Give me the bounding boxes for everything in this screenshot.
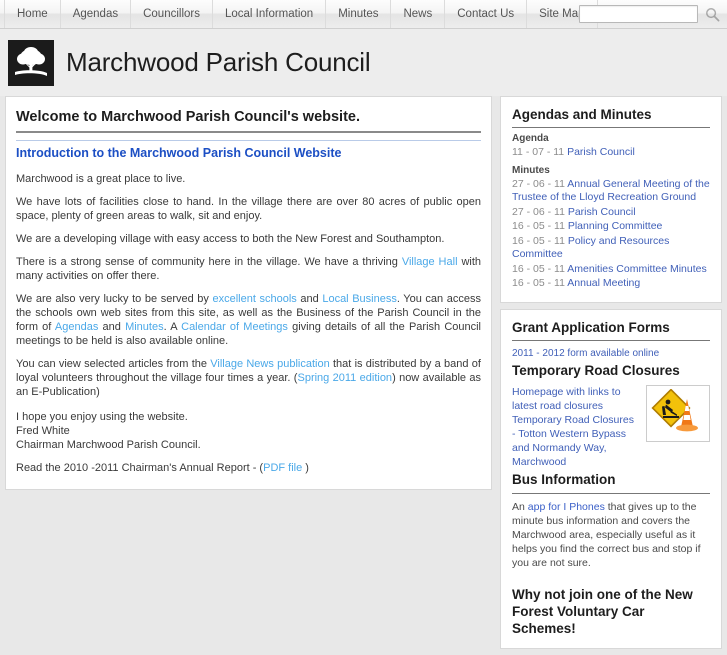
minutes-title-link[interactable]: Annual Meeting <box>567 277 640 289</box>
minutes-date: 16 - 05 - 11 <box>512 277 565 289</box>
nav-item-label: News <box>403 8 433 20</box>
list-item: 16 - 05 - 11 Policy and Resources Commit… <box>512 235 710 262</box>
page-body: Welcome to Marchwood Parish Council's we… <box>0 96 727 655</box>
tree-logo-icon[interactable] <box>8 39 54 86</box>
road-closure-link-list: Homepage with links to latest road closu… <box>512 385 640 469</box>
text-fragment: and <box>98 321 126 333</box>
text-fragment: We are also very lucky to be served by <box>16 293 213 305</box>
agendas-minutes-heading: Agendas and Minutes <box>512 107 710 128</box>
search-input[interactable] <box>579 5 698 23</box>
nav-item-label: Councillors <box>143 8 200 20</box>
text-fragment: ) <box>302 462 309 474</box>
excellent-schools-link[interactable]: excellent schools <box>213 293 297 305</box>
agenda-date: 11 - 07 - 11 <box>512 146 565 158</box>
text-fragment: An <box>512 500 528 513</box>
agendas-link[interactable]: Agendas <box>55 321 98 333</box>
signature-line-name: Fred White <box>16 425 70 437</box>
list-item: 27 - 06 - 11 Annual General Meeting of t… <box>512 178 710 205</box>
introduction-heading-link[interactable]: Introduction to the Marchwood Parish Cou… <box>16 140 481 163</box>
minutes-date: 16 - 05 - 11 <box>512 262 565 275</box>
paragraph-developing-village: We are a developing village with easy ac… <box>16 233 445 245</box>
bus-divider <box>512 492 710 494</box>
spring-2011-edition-link[interactable]: Spring 2011 edition <box>297 372 392 384</box>
minutes-date: 16 - 05 - 11 <box>512 220 565 232</box>
grant-form-link[interactable]: 2011 - 2012 form available online <box>512 348 659 359</box>
nav-item-label: Local Information <box>224 8 314 20</box>
calendar-of-meetings-link[interactable]: Calendar of Meetings <box>181 321 288 333</box>
nav-item-minutes[interactable]: Minutes <box>325 0 392 28</box>
nav-item-home[interactable]: Home <box>4 0 61 28</box>
totton-bypass-closure-link[interactable]: Temporary Road Closures - Totton Western… <box>512 413 640 469</box>
text-fragment: There is a strong sense of community her… <box>16 256 402 268</box>
list-item: 16 - 05 - 11 Annual Meeting <box>512 277 710 291</box>
agenda-subheading: Agenda <box>512 133 549 144</box>
nav-item-local-information[interactable]: Local Information <box>211 0 327 28</box>
main-content-panel: Welcome to Marchwood Parish Council's we… <box>5 96 492 490</box>
bus-information-heading: Bus Information <box>512 471 616 487</box>
local-business-link[interactable]: Local Business <box>322 293 397 305</box>
paragraph-schools-business: We are also very lucky to be served by e… <box>16 292 481 348</box>
paragraph-village-news: You can view selected articles from the … <box>16 357 481 399</box>
sidebar-column: Agendas and Minutes Agenda 11 - 07 - 11 … <box>500 96 722 655</box>
site-masthead: Marchwood Parish Council <box>0 29 727 96</box>
paragraph-community: There is a strong sense of community her… <box>16 255 481 283</box>
village-hall-link[interactable]: Village Hall <box>402 256 458 268</box>
list-item: 27 - 06 - 11 Parish Council <box>512 206 710 220</box>
minutes-title-link[interactable]: Amenities Committee Minutes <box>567 263 706 275</box>
search-area <box>579 0 721 28</box>
sidebar-secondary-panel: Grant Application Forms 2011 - 2012 form… <box>500 308 722 649</box>
minutes-subheading: Minutes <box>512 164 550 176</box>
top-navigation-bar: Home Agendas Councillors Local Informati… <box>0 0 727 29</box>
nav-item-contact-us[interactable]: Contact Us <box>444 0 528 28</box>
minutes-date: 16 - 05 - 11 <box>512 234 565 247</box>
nav-item-label: Contact Us <box>457 8 515 20</box>
temporary-road-closures-heading: Temporary Road Closures <box>512 362 680 378</box>
list-item: 16 - 05 - 11 Amenities Committee Minutes <box>512 263 710 277</box>
text-fragment: Read the 2010 -2011 Chairman's Annual Re… <box>16 462 264 474</box>
nav-item-label: Site Map <box>539 8 585 20</box>
nav-item-label: Home <box>17 8 48 20</box>
main-column: Welcome to Marchwood Parish Council's we… <box>5 96 492 496</box>
page-title: Marchwood Parish Council <box>66 47 371 77</box>
minutes-date: 27 - 06 - 11 <box>512 177 565 190</box>
search-icon[interactable] <box>703 5 721 23</box>
minutes-date: 27 - 06 - 11 <box>512 205 565 218</box>
paragraph-annual-report: Read the 2010 -2011 Chairman's Annual Re… <box>16 461 481 475</box>
signature-line-1: I hope you enjoy using the website. <box>16 411 188 423</box>
list-item: 11 - 07 - 11 Parish Council <box>512 146 710 160</box>
nav-item-news[interactable]: News <box>390 0 446 28</box>
pdf-file-link[interactable]: PDF file <box>263 462 302 474</box>
voluntary-car-scheme-heading: Why not join one of the New Forest Volun… <box>512 586 693 636</box>
signature-line-role: Chairman Marchwood Parish Council. <box>16 439 201 451</box>
nav-item-agendas[interactable]: Agendas <box>59 0 132 28</box>
village-news-publication-link[interactable]: Village News publication <box>210 358 329 370</box>
welcome-heading: Welcome to Marchwood Parish Council's we… <box>16 109 481 133</box>
nav-item-label: Agendas <box>72 8 119 20</box>
bus-information-text: An app for I Phones that gives up to the… <box>512 500 710 570</box>
road-closures-body: Homepage with links to latest road closu… <box>512 384 710 469</box>
nav-item-label: Minutes <box>338 8 379 20</box>
road-closures-homepage-link[interactable]: Homepage with links to latest road closu… <box>512 385 640 413</box>
chairman-signature-block: I hope you enjoy using the website. Fred… <box>16 410 481 452</box>
text-fragment: . A <box>163 321 182 333</box>
agenda-title-link[interactable]: Parish Council <box>567 146 635 158</box>
grant-form-row: 2011 - 2012 form available online <box>512 347 710 360</box>
text-fragment: and <box>296 293 323 305</box>
minutes-title-link[interactable]: Parish Council <box>568 206 636 218</box>
nav-item-councillors[interactable]: Councillors <box>130 0 213 28</box>
roadworks-sign-icon <box>646 384 710 442</box>
paragraph-intro: Marchwood is a great place to live. <box>16 173 186 185</box>
minutes-link[interactable]: Minutes <box>125 321 164 333</box>
agendas-and-minutes-panel: Agendas and Minutes Agenda 11 - 07 - 11 … <box>500 96 722 303</box>
text-fragment: You can view selected articles from the <box>16 358 211 370</box>
paragraph-facilities: We have lots of facilities close to hand… <box>16 196 481 222</box>
minutes-title-link[interactable]: Planning Committee <box>568 220 663 232</box>
list-item: 16 - 05 - 11 Planning Committee <box>512 220 710 234</box>
iphone-app-link[interactable]: app for I Phones <box>528 501 605 513</box>
grant-application-forms-heading: Grant Application Forms <box>512 320 710 341</box>
nav-item-list: Home Agendas Councillors Local Informati… <box>4 0 598 28</box>
